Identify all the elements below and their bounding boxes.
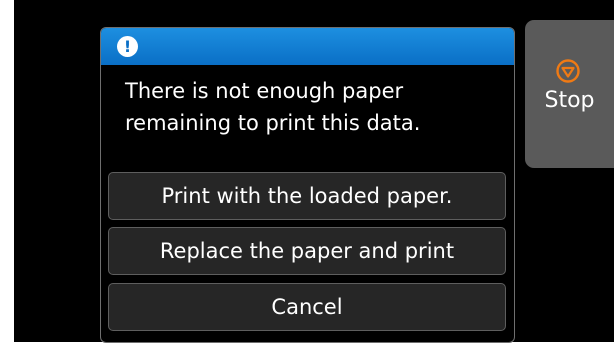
alert-dialog: ! There is not enough paper remaining to… [100,27,515,343]
print-with-loaded-paper-button[interactable]: Print with the loaded paper. [108,172,506,220]
stop-label: Stop [544,88,595,113]
dialog-message: There is not enough paper remaining to p… [125,79,421,135]
stop-icon [556,59,580,83]
stop-button[interactable]: Stop [525,20,614,168]
dialog-header: ! [101,28,514,65]
replace-paper-and-print-button[interactable]: Replace the paper and print [108,227,506,275]
cancel-button[interactable]: Cancel [108,283,506,331]
exclamation-icon: ! [117,36,138,57]
